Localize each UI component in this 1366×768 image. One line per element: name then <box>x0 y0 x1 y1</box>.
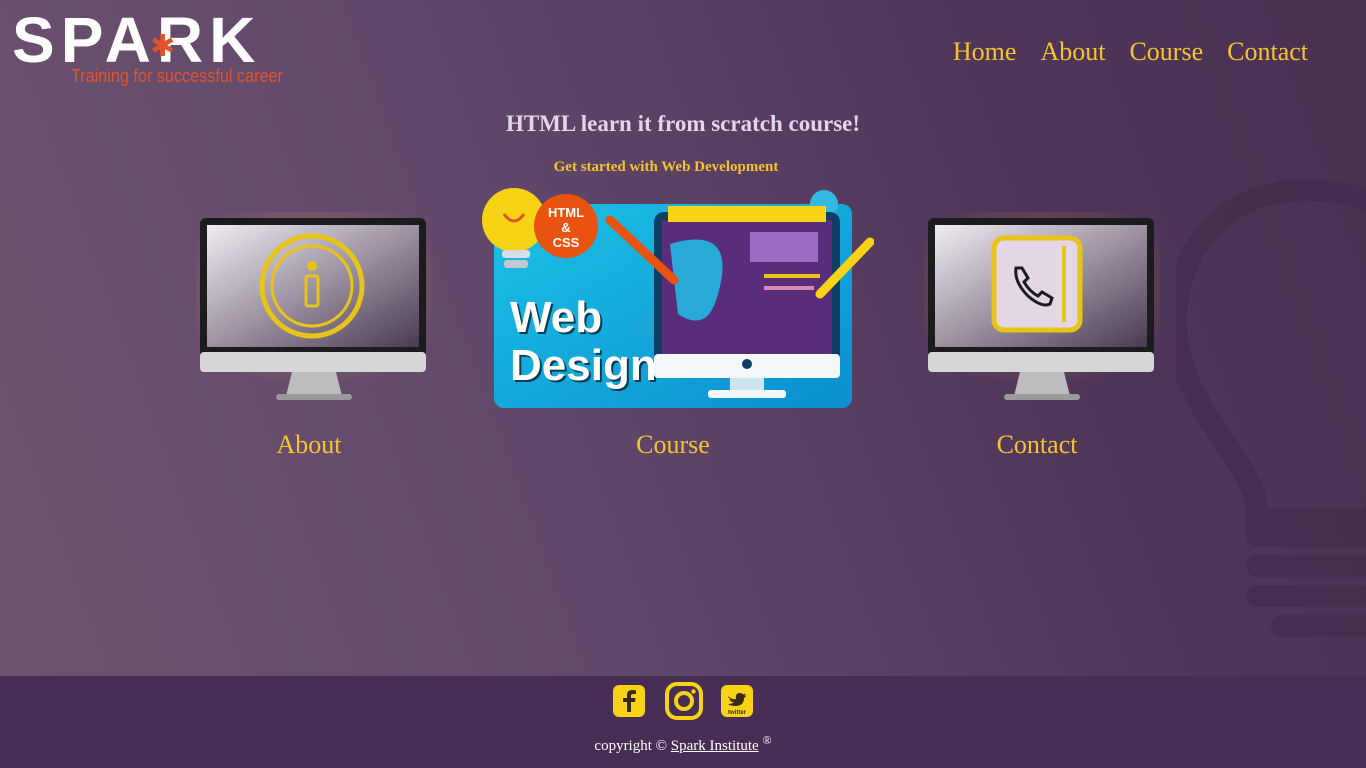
contact-monitor-image[interactable] <box>924 212 1160 408</box>
logo-tagline: Training for successful career <box>71 66 283 86</box>
course-card-label[interactable]: Course <box>553 430 793 460</box>
registered-mark: ® <box>762 733 772 747</box>
nav-course[interactable]: Course <box>1129 36 1203 68</box>
instagram-icon[interactable] <box>665 682 703 720</box>
svg-text:&: & <box>561 220 570 235</box>
logo-star-icon: ✱ <box>150 29 176 64</box>
html-css-badge: HTML <box>548 205 584 220</box>
nav-about[interactable]: About <box>1040 36 1105 68</box>
course-banner-image[interactable]: HTML & CSS Web Web Design Design <box>478 184 874 412</box>
logo[interactable]: SPARK ✱ Training for successful career <box>12 8 312 94</box>
logo-text: SPARK <box>12 4 262 76</box>
copyright-prefix: copyright © <box>594 738 671 754</box>
nav-contact[interactable]: Contact <box>1227 36 1308 68</box>
phone-icon <box>991 235 1083 333</box>
nav-home[interactable]: Home <box>953 36 1017 68</box>
twitter-wordmark: twitter <box>728 710 747 716</box>
spark-institute-link[interactable]: Spark Institute <box>671 738 759 754</box>
contact-card-label[interactable]: Contact <box>917 430 1157 460</box>
copyright: copyright © Spark Institute ® <box>0 733 1366 755</box>
twitter-icon[interactable]: twitter <box>720 684 754 718</box>
lightbulb-background-icon <box>1176 180 1366 637</box>
banner-design-text: Design <box>510 341 657 390</box>
facebook-icon[interactable] <box>612 684 646 718</box>
svg-text:CSS: CSS <box>553 235 580 250</box>
about-monitor-image[interactable] <box>196 212 432 408</box>
page-subtitle: Get started with Web Development <box>553 159 779 175</box>
main-nav: Home About Course Contact <box>953 36 1308 68</box>
banner-web-text: Web <box>510 293 602 342</box>
about-card-label[interactable]: About <box>189 430 429 460</box>
page-title: HTML learn it from scratch course! <box>505 111 861 136</box>
